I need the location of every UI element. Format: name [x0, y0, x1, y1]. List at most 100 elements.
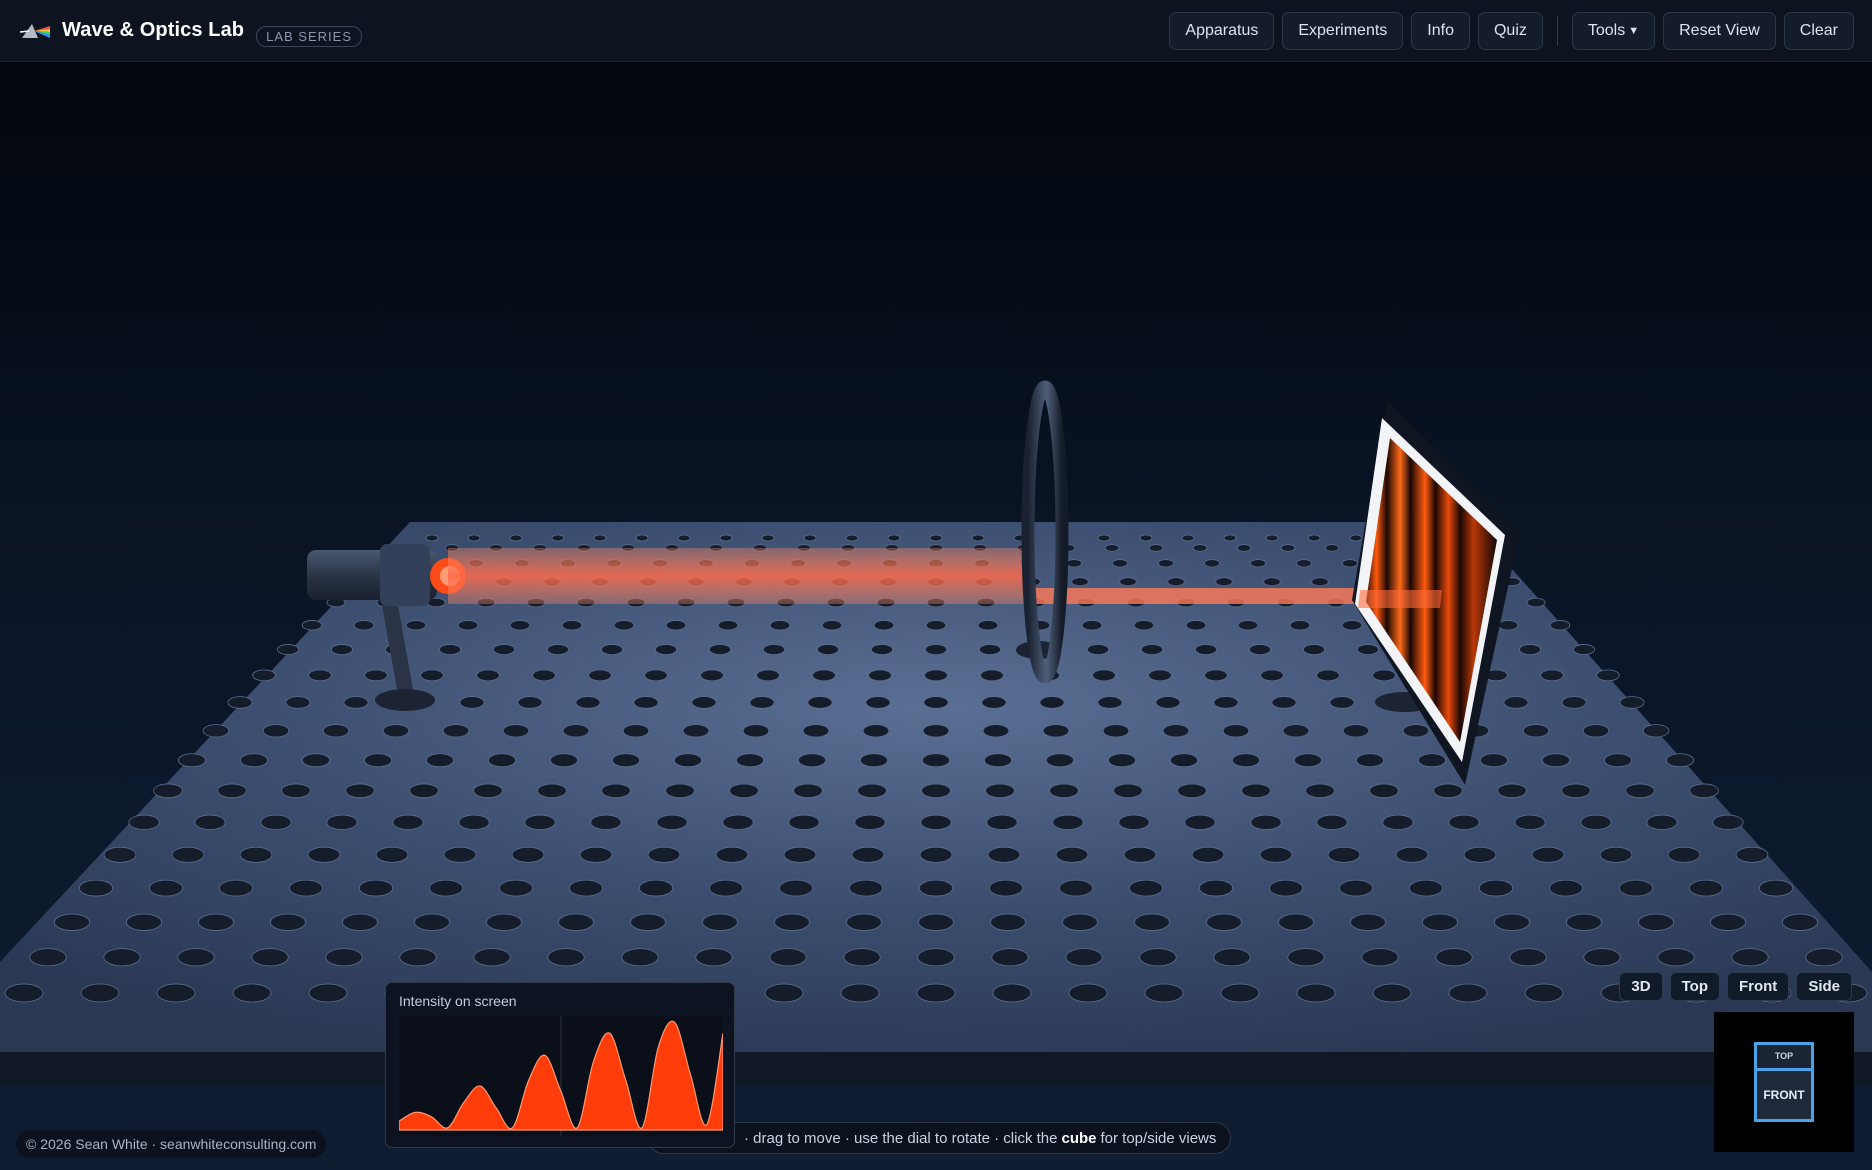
- table-hole: [1583, 948, 1621, 967]
- table-hole: [1260, 669, 1284, 682]
- table-hole: [986, 814, 1018, 830]
- table-hole: [364, 669, 388, 682]
- tools-dropdown-button[interactable]: Tools ▼: [1571, 11, 1656, 50]
- table-hole: [1625, 783, 1655, 799]
- table-hole: [840, 983, 880, 1003]
- cube-face-front[interactable]: FRONT: [1754, 1068, 1814, 1122]
- table-hole: [925, 644, 947, 656]
- table-hole: [871, 644, 893, 656]
- table-hole: [1213, 696, 1239, 709]
- table-hole: [1646, 814, 1678, 830]
- app-title: Wave & Optics Lab: [62, 19, 245, 41]
- table-hole: [601, 644, 623, 656]
- table-hole: [1250, 814, 1282, 830]
- table-hole: [1638, 913, 1674, 931]
- table-hole: [1204, 559, 1220, 568]
- table-hole: [1642, 724, 1670, 738]
- table-hole: [343, 696, 369, 709]
- scene-viewport[interactable]: [0, 62, 1872, 1170]
- table-hole: [1158, 559, 1174, 568]
- table-hole: [1287, 948, 1325, 967]
- cube-face-top[interactable]: TOP: [1754, 1042, 1814, 1068]
- table-hole: [1068, 983, 1108, 1003]
- table-hole: [1524, 983, 1564, 1003]
- table-hole: [635, 534, 649, 542]
- table-hole: [1289, 620, 1311, 631]
- table-hole: [457, 620, 479, 631]
- scene-canvas[interactable]: [0, 62, 1872, 1170]
- table-hole: [1278, 913, 1314, 931]
- table-hole: [756, 669, 780, 682]
- table-hole: [1561, 783, 1591, 799]
- reset-view-button[interactable]: Reset View: [1663, 11, 1776, 50]
- table-hole: [788, 814, 820, 830]
- table-hole: [1327, 846, 1361, 863]
- table-hole: [1296, 559, 1312, 568]
- table-hole: [1497, 620, 1519, 631]
- table-hole: [817, 644, 839, 656]
- view-top-button[interactable]: Top: [1669, 972, 1720, 1001]
- table-hole: [537, 783, 567, 799]
- view-side-button[interactable]: Side: [1796, 972, 1852, 1001]
- table-hole: [868, 669, 892, 682]
- table-hole: [700, 669, 724, 682]
- credit-text: © 2026 Sean White · seanwhiteconsulting.…: [16, 1130, 327, 1158]
- view-cube[interactable]: TOP FRONT: [1714, 1012, 1854, 1152]
- table-hole: [1296, 983, 1336, 1003]
- table-hole: [981, 696, 1007, 709]
- table-hole: [54, 913, 90, 931]
- table-hole: [509, 534, 523, 542]
- table-hole: [656, 814, 688, 830]
- table-hole: [301, 620, 323, 631]
- table-hole: [1688, 879, 1724, 897]
- table-hole: [985, 783, 1015, 799]
- table-hole: [916, 983, 956, 1003]
- table-hole: [1066, 559, 1082, 568]
- table-hole: [1222, 724, 1250, 738]
- table-hole: [1065, 948, 1103, 967]
- table-hole: [774, 913, 810, 931]
- table-hole: [473, 948, 511, 967]
- view-3d-button[interactable]: 3D: [1619, 972, 1663, 1001]
- view-front-button[interactable]: Front: [1726, 972, 1790, 1001]
- table-hole: [1184, 814, 1216, 830]
- table-hole: [1191, 846, 1225, 863]
- table-hole: [443, 846, 477, 863]
- table-hole: [979, 644, 1001, 656]
- table-hole: [202, 724, 230, 738]
- quiz-button[interactable]: Quiz: [1477, 11, 1543, 50]
- apparatus-button[interactable]: Apparatus: [1169, 11, 1275, 50]
- table-hole: [405, 620, 427, 631]
- experiments-button[interactable]: Experiments: [1282, 11, 1404, 50]
- table-hole: [561, 620, 583, 631]
- table-hole: [487, 753, 517, 768]
- table-hole: [285, 696, 311, 709]
- table-hole: [1509, 948, 1547, 967]
- table-hole: [980, 669, 1004, 682]
- table-hole: [1316, 669, 1340, 682]
- table-hole: [924, 669, 948, 682]
- info-button[interactable]: Info: [1411, 11, 1470, 50]
- table-hole: [717, 620, 739, 631]
- table-hole: [1712, 814, 1744, 830]
- table-hole: [887, 534, 901, 542]
- table-hole: [925, 620, 947, 631]
- table-hole: [1619, 696, 1645, 709]
- hint-text-bold: cube: [1061, 1129, 1097, 1147]
- table-hole: [647, 846, 681, 863]
- hint-text-pre: · drag to move · use the dial to rotate …: [744, 1129, 1058, 1147]
- table-hole: [473, 783, 503, 799]
- table-hole: [1599, 846, 1633, 863]
- prism-icon: [20, 23, 50, 38]
- table-hole: [1141, 644, 1163, 656]
- table-hole: [709, 644, 731, 656]
- table-hole: [859, 753, 889, 768]
- table-hole: [1249, 644, 1271, 656]
- table-hole: [1097, 696, 1123, 709]
- clear-button[interactable]: Clear: [1783, 11, 1854, 50]
- table-hole: [251, 948, 289, 967]
- table-hole: [1497, 783, 1527, 799]
- table-hole: [1195, 644, 1217, 656]
- table-hole: [1162, 724, 1190, 738]
- table-hole: [763, 644, 785, 656]
